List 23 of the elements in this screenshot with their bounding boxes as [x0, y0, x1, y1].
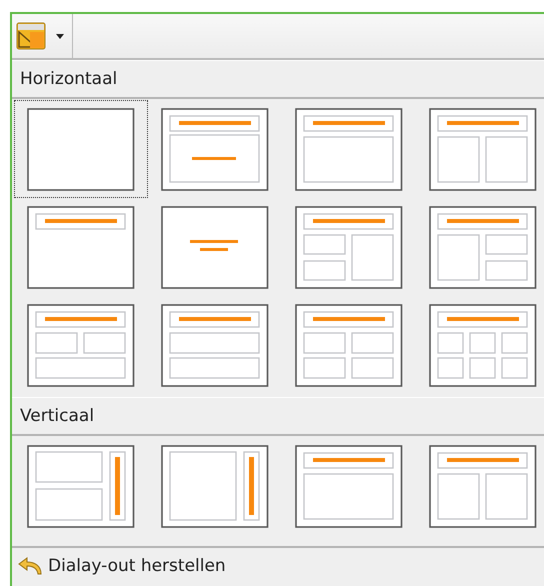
layout-thumbnail-icon: [27, 304, 135, 386]
layout-thumbnail-icon: [295, 444, 403, 528]
layout-thumbnail-icon: [295, 304, 403, 386]
reset-layout-button[interactable]: Dialay-out herstellen: [18, 556, 226, 576]
layout-thumbnail-icon: [161, 304, 269, 386]
layout-icon: [16, 22, 46, 50]
layout-thumbnail-icon: [161, 206, 269, 288]
layout-thumbnail-icon: [429, 108, 537, 190]
section-heading: Verticaal: [20, 406, 94, 426]
layout-thumbnail-icon: [161, 108, 269, 190]
layout-thumbnail-icon: [161, 444, 269, 528]
undo-arrow-icon: [18, 557, 42, 575]
layout-option[interactable]: [14, 100, 148, 198]
layout-thumbnail-icon: [27, 206, 135, 288]
caret-icon: [56, 34, 64, 38]
layout-thumbnail-icon: [429, 304, 537, 386]
layout-thumbnail-icon: [27, 108, 135, 190]
layout-thumbnail-icon: [429, 206, 537, 288]
section-heading: Horizontaal: [20, 69, 118, 89]
layout-thumbnail-icon: [27, 444, 135, 528]
layout-thumbnail-icon: [295, 206, 403, 288]
layout-thumbnail-icon: [429, 444, 537, 528]
layout-thumbnail-icon: [295, 108, 403, 190]
